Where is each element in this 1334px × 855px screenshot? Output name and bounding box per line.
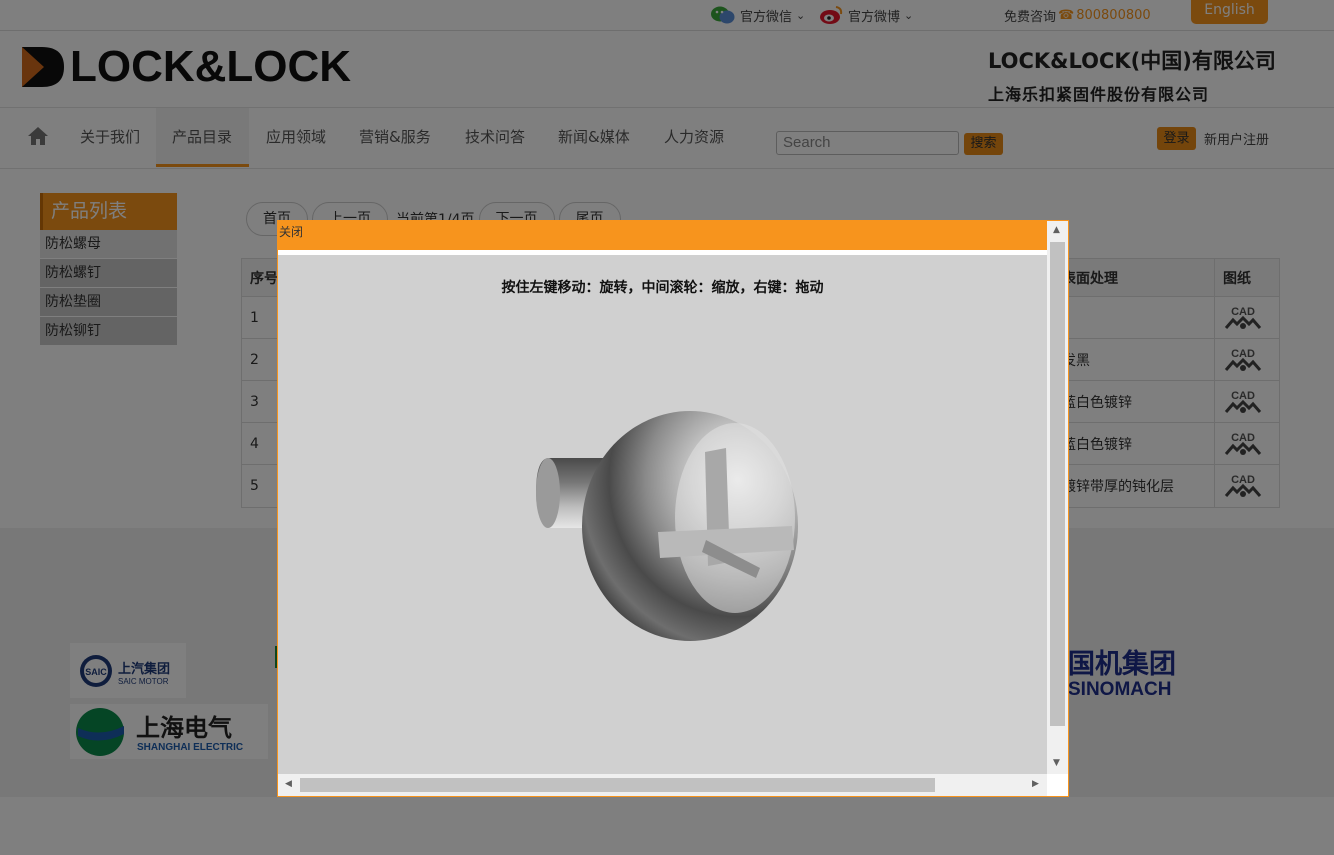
dialog-titlebar: 关闭 <box>278 221 1047 250</box>
horizontal-scrollbar[interactable]: ◀ ▶ <box>278 774 1047 796</box>
vertical-scrollbar[interactable]: ▲ ▼ <box>1047 221 1068 774</box>
horizontal-scroll-thumb[interactable] <box>300 778 935 792</box>
close-button[interactable]: 关闭 <box>279 223 303 240</box>
model-viewer-dialog: 关闭 按住左键移动：旋转，中间滚轮：缩放，右键：拖动 ▲ ▼ ◀ ▶ <box>277 220 1069 797</box>
scroll-left-icon[interactable]: ◀ <box>285 779 292 789</box>
viewer-instructions: 按住左键移动：旋转，中间滚轮：缩放，右键：拖动 <box>501 280 824 296</box>
vertical-scroll-thumb[interactable] <box>1050 242 1065 726</box>
screw-3d-model[interactable] <box>530 410 800 650</box>
3d-viewer-canvas[interactable]: 按住左键移动：旋转，中间滚轮：缩放，右键：拖动 <box>278 255 1047 774</box>
scroll-corner <box>1047 774 1068 796</box>
scroll-up-icon[interactable]: ▲ <box>1053 225 1060 235</box>
scroll-down-icon[interactable]: ▼ <box>1053 758 1060 768</box>
scroll-right-icon[interactable]: ▶ <box>1032 779 1039 789</box>
